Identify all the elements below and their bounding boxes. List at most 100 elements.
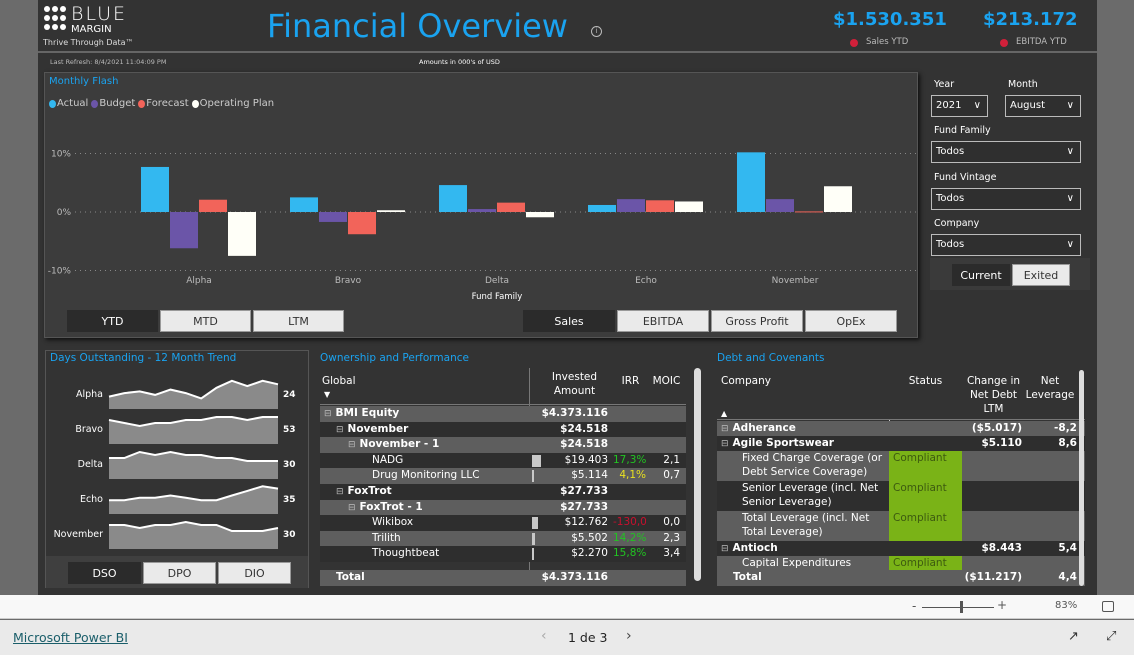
sort-desc-icon[interactable]: ▼: [324, 390, 330, 399]
zoom-slider-handle[interactable]: [960, 601, 963, 613]
table-row[interactable]: Senior Leverage (incl. Net Senior Levera…: [717, 481, 1085, 511]
metric-button-sales[interactable]: Sales: [523, 310, 615, 332]
year-value: 2021: [936, 100, 962, 111]
collapse-icon[interactable]: ⊟: [348, 440, 356, 450]
invested-amount: $12.762: [564, 516, 608, 529]
column-header[interactable]: Net Leverage: [1025, 374, 1075, 402]
moic-value: 0,0: [663, 516, 680, 529]
zoom-slider[interactable]: [922, 607, 994, 608]
moic-value: [650, 500, 680, 516]
prev-page-button[interactable]: ‹: [541, 628, 547, 644]
table-row[interactable]: ⊟ FoxTrot $27.733: [320, 484, 686, 500]
bar-actual: [439, 185, 467, 212]
days-button-dio[interactable]: DIO: [218, 562, 291, 584]
net-leverage: 8,6: [1058, 437, 1077, 449]
status-badge: Compliant: [889, 511, 962, 541]
kpi-label: Sales YTD: [866, 37, 909, 47]
collapse-icon[interactable]: ⊟: [348, 503, 356, 513]
table-row[interactable]: ⊟ BMI Equity $4.373.116: [320, 406, 686, 422]
sparkline-group: Alpha 24 Bravo 53 Delta 30 Echo 35 November 30: [54, 379, 296, 549]
logo-text: BLUE: [71, 3, 127, 25]
collapse-icon[interactable]: ⊟: [336, 425, 344, 435]
metric-button-gross-profit[interactable]: Gross Profit: [711, 310, 803, 332]
kpi-value: $1.530.351: [833, 9, 947, 30]
days-button-dpo[interactable]: DPO: [143, 562, 216, 584]
row-label: Drug Monitoring LLC: [372, 469, 480, 482]
next-page-button[interactable]: ›: [626, 628, 632, 644]
scrollbar[interactable]: [694, 368, 701, 581]
period-button-ltm[interactable]: LTM: [253, 310, 344, 332]
row-name: ⊟ FoxTrot - 1: [348, 500, 548, 516]
toggle-button-exited[interactable]: Exited: [1012, 264, 1070, 286]
column-header[interactable]: Invested Amount: [533, 370, 616, 398]
table-row[interactable]: ⊟ Adherance ($5.017) -8,2: [717, 421, 1085, 436]
zoom-in-button[interactable]: +: [997, 598, 1007, 612]
share-icon[interactable]: ↗: [1068, 629, 1079, 644]
scrollbar[interactable]: [1079, 370, 1084, 586]
chevron-down-icon: ∨: [973, 100, 981, 111]
row-name: Total Leverage (incl. Net Total Leverage…: [742, 511, 887, 541]
year-dropdown[interactable]: 2021 ∨: [931, 95, 988, 117]
collapse-icon[interactable]: ⊟: [721, 424, 729, 434]
table-row[interactable]: Fixed Charge Coverage (or Debt Service C…: [717, 451, 1085, 481]
zoom-out-button[interactable]: -: [912, 599, 916, 613]
table-row[interactable]: ⊟ FoxTrot - 1 $27.733: [320, 499, 686, 516]
row-label: Senior Leverage (incl. Net Senior Levera…: [742, 482, 879, 508]
column-header[interactable]: Status: [889, 374, 962, 388]
row-name: Fixed Charge Coverage (or Debt Service C…: [742, 451, 887, 481]
irr-value: 4,1%: [619, 469, 646, 482]
bar-forecast: [795, 211, 823, 213]
table-row[interactable]: NADG $19.403 17,3% 2,1: [320, 452, 686, 469]
sort-asc-icon[interactable]: ▲: [721, 409, 727, 418]
table-row[interactable]: Total Leverage (incl. Net Total Leverage…: [717, 511, 1085, 541]
days-button-dso[interactable]: DSO: [68, 562, 141, 584]
month-dropdown[interactable]: August ∨: [1005, 95, 1081, 117]
table-row[interactable]: ⊟ Agile Sportswear $5.110 8,6: [717, 436, 1085, 451]
power-bi-link[interactable]: Microsoft Power BI: [13, 630, 128, 645]
bar-actual: [141, 166, 169, 212]
fund-vintage-dropdown[interactable]: Todos ∨: [931, 188, 1081, 210]
invested-amount: $19.403: [564, 453, 608, 466]
collapse-icon[interactable]: ⊟: [721, 544, 729, 554]
column-header[interactable]: Change in Net Debt LTM: [962, 374, 1025, 416]
column-header[interactable]: IRR: [613, 374, 648, 388]
table-row[interactable]: ⊟ November - 1 $24.518: [320, 437, 686, 454]
table-row[interactable]: Drug Monitoring LLC $5.114 4,1% 0,7: [320, 468, 686, 485]
moic-value: [650, 437, 680, 453]
row-label: Total Leverage (incl. Net Total Leverage…: [742, 512, 870, 538]
bar-operating-plan: [675, 201, 703, 212]
toggle-button-current[interactable]: Current: [952, 264, 1010, 286]
bar-budget: [170, 212, 198, 249]
table-row[interactable]: Capital Expenditures Compliant: [717, 556, 1085, 570]
moic-value: 3,4: [663, 547, 680, 560]
table-row[interactable]: Trilith $5.502 14,2% 2,3: [320, 530, 686, 547]
metric-button-opex[interactable]: OpEx: [805, 310, 897, 332]
table-row[interactable]: Wikibox $12.762 -130,0% 0,0: [320, 515, 686, 532]
table-row[interactable]: ⊟ November $24.518: [320, 421, 686, 438]
fund-family-dropdown[interactable]: Todos ∨: [931, 141, 1081, 163]
fit-to-page-icon[interactable]: [1102, 601, 1114, 612]
metric-button-ebitda[interactable]: EBITDA: [617, 310, 709, 332]
irr-value: [613, 484, 646, 500]
fullscreen-icon[interactable]: ⤢: [1106, 629, 1116, 644]
collapse-icon[interactable]: ⊟: [721, 439, 729, 449]
company-dropdown[interactable]: Todos ∨: [931, 234, 1081, 256]
invested-amount: $24.518: [560, 422, 608, 435]
row-name: Senior Leverage (incl. Net Senior Levera…: [742, 481, 887, 511]
net-leverage: -8,2: [1054, 422, 1077, 434]
column-header[interactable]: MOIC: [648, 374, 685, 388]
bar-budget: [319, 212, 347, 222]
period-button-ytd[interactable]: YTD: [67, 310, 158, 332]
row-label: NADG: [372, 453, 404, 466]
period-button-mtd[interactable]: MTD: [160, 310, 251, 332]
column-header[interactable]: Global: [322, 374, 532, 388]
collapse-icon[interactable]: ⊟: [324, 409, 332, 419]
table-row[interactable]: ⊟ Antioch $8.443 5,4: [717, 541, 1085, 556]
invested-amount: $5.114: [571, 469, 608, 482]
info-icon[interactable]: i: [591, 26, 602, 37]
row-name: ⊟ Agile Sportswear: [721, 436, 891, 451]
column-header[interactable]: Company: [721, 374, 893, 388]
table-row[interactable]: Thoughtbeat $2.270 15,8% 3,4: [320, 546, 686, 563]
month-value: August: [1010, 100, 1045, 111]
collapse-icon[interactable]: ⊟: [336, 487, 344, 497]
